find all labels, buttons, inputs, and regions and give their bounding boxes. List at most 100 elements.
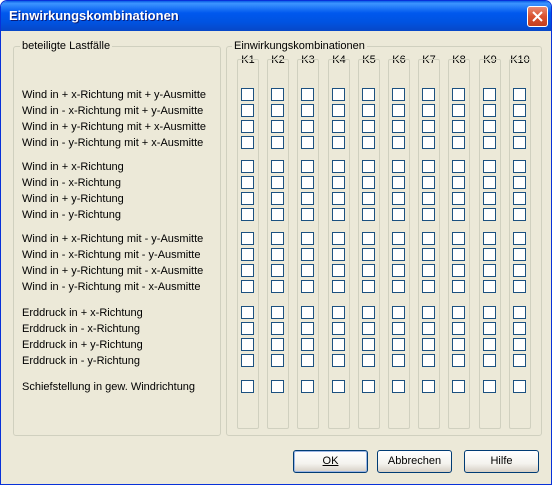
combination-checkbox[interactable]	[241, 160, 254, 173]
combination-checkbox[interactable]	[392, 192, 405, 205]
combination-checkbox[interactable]	[362, 176, 375, 189]
combination-checkbox[interactable]	[483, 88, 496, 101]
combination-checkbox[interactable]	[332, 306, 345, 319]
combination-checkbox[interactable]	[483, 280, 496, 293]
combination-checkbox[interactable]	[271, 120, 284, 133]
combination-checkbox[interactable]	[392, 264, 405, 277]
combination-checkbox[interactable]	[362, 192, 375, 205]
combination-checkbox[interactable]	[513, 192, 526, 205]
combination-checkbox[interactable]	[301, 120, 314, 133]
combination-checkbox[interactable]	[362, 338, 375, 351]
combination-checkbox[interactable]	[301, 322, 314, 335]
combination-checkbox[interactable]	[392, 136, 405, 149]
combination-checkbox[interactable]	[362, 88, 375, 101]
combination-checkbox[interactable]	[483, 380, 496, 393]
combination-checkbox[interactable]	[362, 280, 375, 293]
combination-checkbox[interactable]	[422, 120, 435, 133]
combination-checkbox[interactable]	[332, 208, 345, 221]
combination-checkbox[interactable]	[362, 104, 375, 117]
combination-checkbox[interactable]	[332, 192, 345, 205]
combination-checkbox[interactable]	[452, 322, 465, 335]
combination-checkbox[interactable]	[271, 322, 284, 335]
combination-checkbox[interactable]	[513, 120, 526, 133]
combination-checkbox[interactable]	[271, 338, 284, 351]
combination-checkbox[interactable]	[422, 248, 435, 261]
combination-checkbox[interactable]	[422, 264, 435, 277]
combination-checkbox[interactable]	[332, 120, 345, 133]
combination-checkbox[interactable]	[513, 136, 526, 149]
combination-checkbox[interactable]	[392, 120, 405, 133]
combination-checkbox[interactable]	[422, 306, 435, 319]
combination-checkbox[interactable]	[422, 136, 435, 149]
combination-checkbox[interactable]	[513, 280, 526, 293]
combination-checkbox[interactable]	[422, 354, 435, 367]
combination-checkbox[interactable]	[241, 192, 254, 205]
combination-checkbox[interactable]	[392, 380, 405, 393]
combination-checkbox[interactable]	[392, 232, 405, 245]
combination-checkbox[interactable]	[392, 104, 405, 117]
combination-checkbox[interactable]	[301, 248, 314, 261]
combination-checkbox[interactable]	[452, 208, 465, 221]
combination-checkbox[interactable]	[301, 306, 314, 319]
combination-checkbox[interactable]	[513, 160, 526, 173]
combination-checkbox[interactable]	[362, 136, 375, 149]
combination-checkbox[interactable]	[301, 264, 314, 277]
combination-checkbox[interactable]	[362, 354, 375, 367]
combination-checkbox[interactable]	[513, 88, 526, 101]
combination-checkbox[interactable]	[271, 232, 284, 245]
combination-checkbox[interactable]	[271, 248, 284, 261]
combination-checkbox[interactable]	[483, 264, 496, 277]
combination-checkbox[interactable]	[301, 192, 314, 205]
combination-checkbox[interactable]	[332, 354, 345, 367]
combination-checkbox[interactable]	[301, 136, 314, 149]
combination-checkbox[interactable]	[241, 264, 254, 277]
combination-checkbox[interactable]	[452, 264, 465, 277]
combination-checkbox[interactable]	[483, 192, 496, 205]
combination-checkbox[interactable]	[422, 208, 435, 221]
combination-checkbox[interactable]	[271, 306, 284, 319]
combination-checkbox[interactable]	[332, 176, 345, 189]
combination-checkbox[interactable]	[241, 208, 254, 221]
combination-checkbox[interactable]	[483, 208, 496, 221]
combination-checkbox[interactable]	[362, 120, 375, 133]
combination-checkbox[interactable]	[301, 104, 314, 117]
combination-checkbox[interactable]	[392, 306, 405, 319]
combination-checkbox[interactable]	[241, 248, 254, 261]
combination-checkbox[interactable]	[392, 160, 405, 173]
combination-checkbox[interactable]	[301, 232, 314, 245]
combination-checkbox[interactable]	[392, 338, 405, 351]
combination-checkbox[interactable]	[241, 354, 254, 367]
combination-checkbox[interactable]	[422, 338, 435, 351]
combination-checkbox[interactable]	[362, 208, 375, 221]
combination-checkbox[interactable]	[332, 380, 345, 393]
combination-checkbox[interactable]	[452, 354, 465, 367]
abbrechen-button[interactable]: Abbrechen	[377, 450, 452, 473]
combination-checkbox[interactable]	[483, 306, 496, 319]
combination-checkbox[interactable]	[271, 88, 284, 101]
combination-checkbox[interactable]	[271, 380, 284, 393]
combination-checkbox[interactable]	[452, 192, 465, 205]
combination-checkbox[interactable]	[301, 380, 314, 393]
combination-checkbox[interactable]	[332, 88, 345, 101]
combination-checkbox[interactable]	[392, 208, 405, 221]
combination-checkbox[interactable]	[362, 322, 375, 335]
combination-checkbox[interactable]	[422, 192, 435, 205]
combination-checkbox[interactable]	[241, 280, 254, 293]
combination-checkbox[interactable]	[241, 322, 254, 335]
combination-checkbox[interactable]	[271, 136, 284, 149]
combination-checkbox[interactable]	[483, 120, 496, 133]
combination-checkbox[interactable]	[271, 192, 284, 205]
combination-checkbox[interactable]	[271, 104, 284, 117]
combination-checkbox[interactable]	[332, 280, 345, 293]
combination-checkbox[interactable]	[452, 176, 465, 189]
combination-checkbox[interactable]	[362, 160, 375, 173]
combination-checkbox[interactable]	[362, 248, 375, 261]
combination-checkbox[interactable]	[362, 232, 375, 245]
combination-checkbox[interactable]	[241, 176, 254, 189]
combination-checkbox[interactable]	[483, 136, 496, 149]
combination-checkbox[interactable]	[483, 322, 496, 335]
combination-checkbox[interactable]	[452, 88, 465, 101]
combination-checkbox[interactable]	[513, 232, 526, 245]
combination-checkbox[interactable]	[241, 306, 254, 319]
combination-checkbox[interactable]	[271, 354, 284, 367]
